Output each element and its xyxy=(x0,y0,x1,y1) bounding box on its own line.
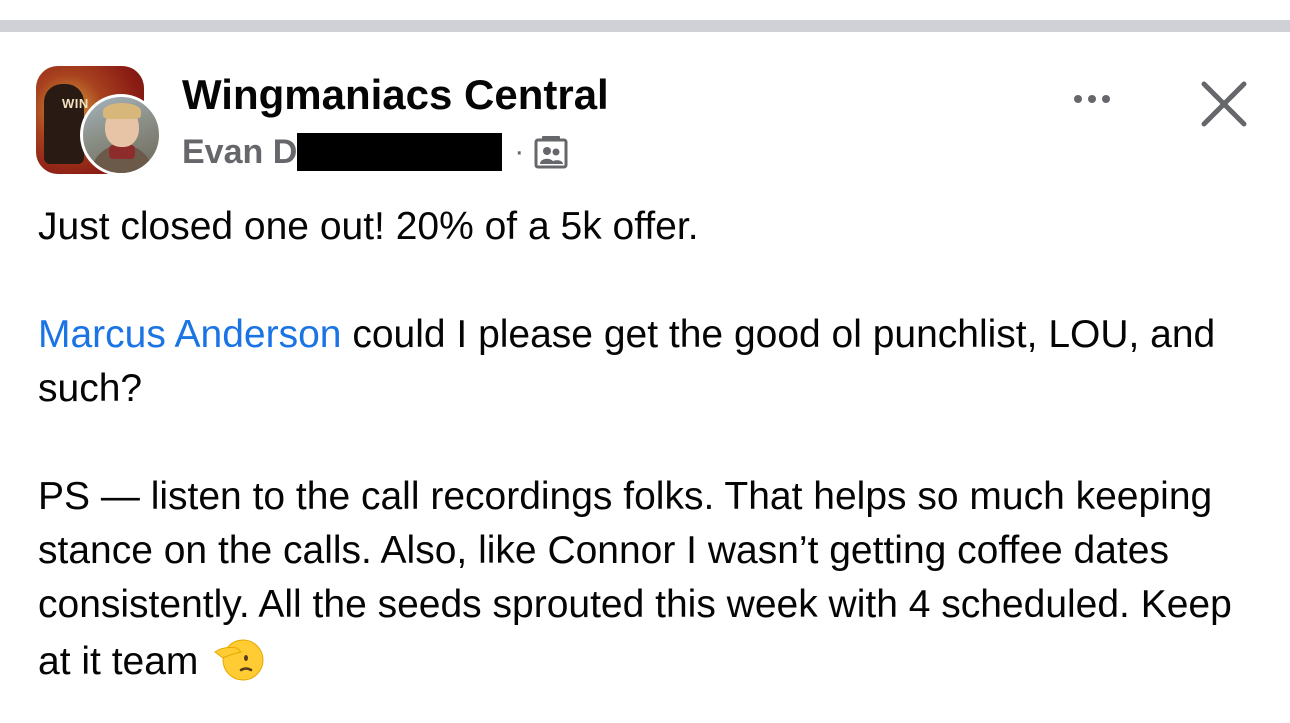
saluting-face-emoji-icon xyxy=(213,632,265,684)
post-card: WIN Wingmaniacs Central Evan D · Just cl… xyxy=(0,32,1290,723)
post-text: Just closed one out! 20% of a 5k offer. … xyxy=(38,200,1268,689)
author-name-link[interactable]: Evan D xyxy=(182,132,297,172)
meta-separator: · xyxy=(514,135,525,168)
group-members-icon xyxy=(534,135,568,169)
close-button[interactable] xyxy=(1196,76,1252,132)
author-avatar[interactable] xyxy=(80,94,162,176)
more-dot xyxy=(1088,95,1096,103)
avatar-hair xyxy=(103,103,141,119)
more-options-button[interactable] xyxy=(1062,82,1122,116)
top-divider xyxy=(0,0,1290,32)
post-paragraph-1: Just closed one out! 20% of a 5k offer. xyxy=(38,205,699,248)
group-name-link[interactable]: Wingmaniacs Central xyxy=(182,70,609,120)
mention-link[interactable]: Marcus Anderson xyxy=(38,313,342,356)
post-meta: Evan D · xyxy=(182,132,568,172)
close-icon xyxy=(1201,81,1247,127)
more-horizontal-icon xyxy=(1074,95,1082,103)
more-dot xyxy=(1102,95,1110,103)
redaction-box xyxy=(297,133,503,171)
post-paragraph-3: PS — listen to the call recordings folks… xyxy=(38,470,1268,689)
post-paragraph-2: Marcus Anderson could I please get the g… xyxy=(38,308,1268,416)
avatar-scarf xyxy=(109,145,135,159)
group-logo-text: WIN xyxy=(62,96,89,111)
